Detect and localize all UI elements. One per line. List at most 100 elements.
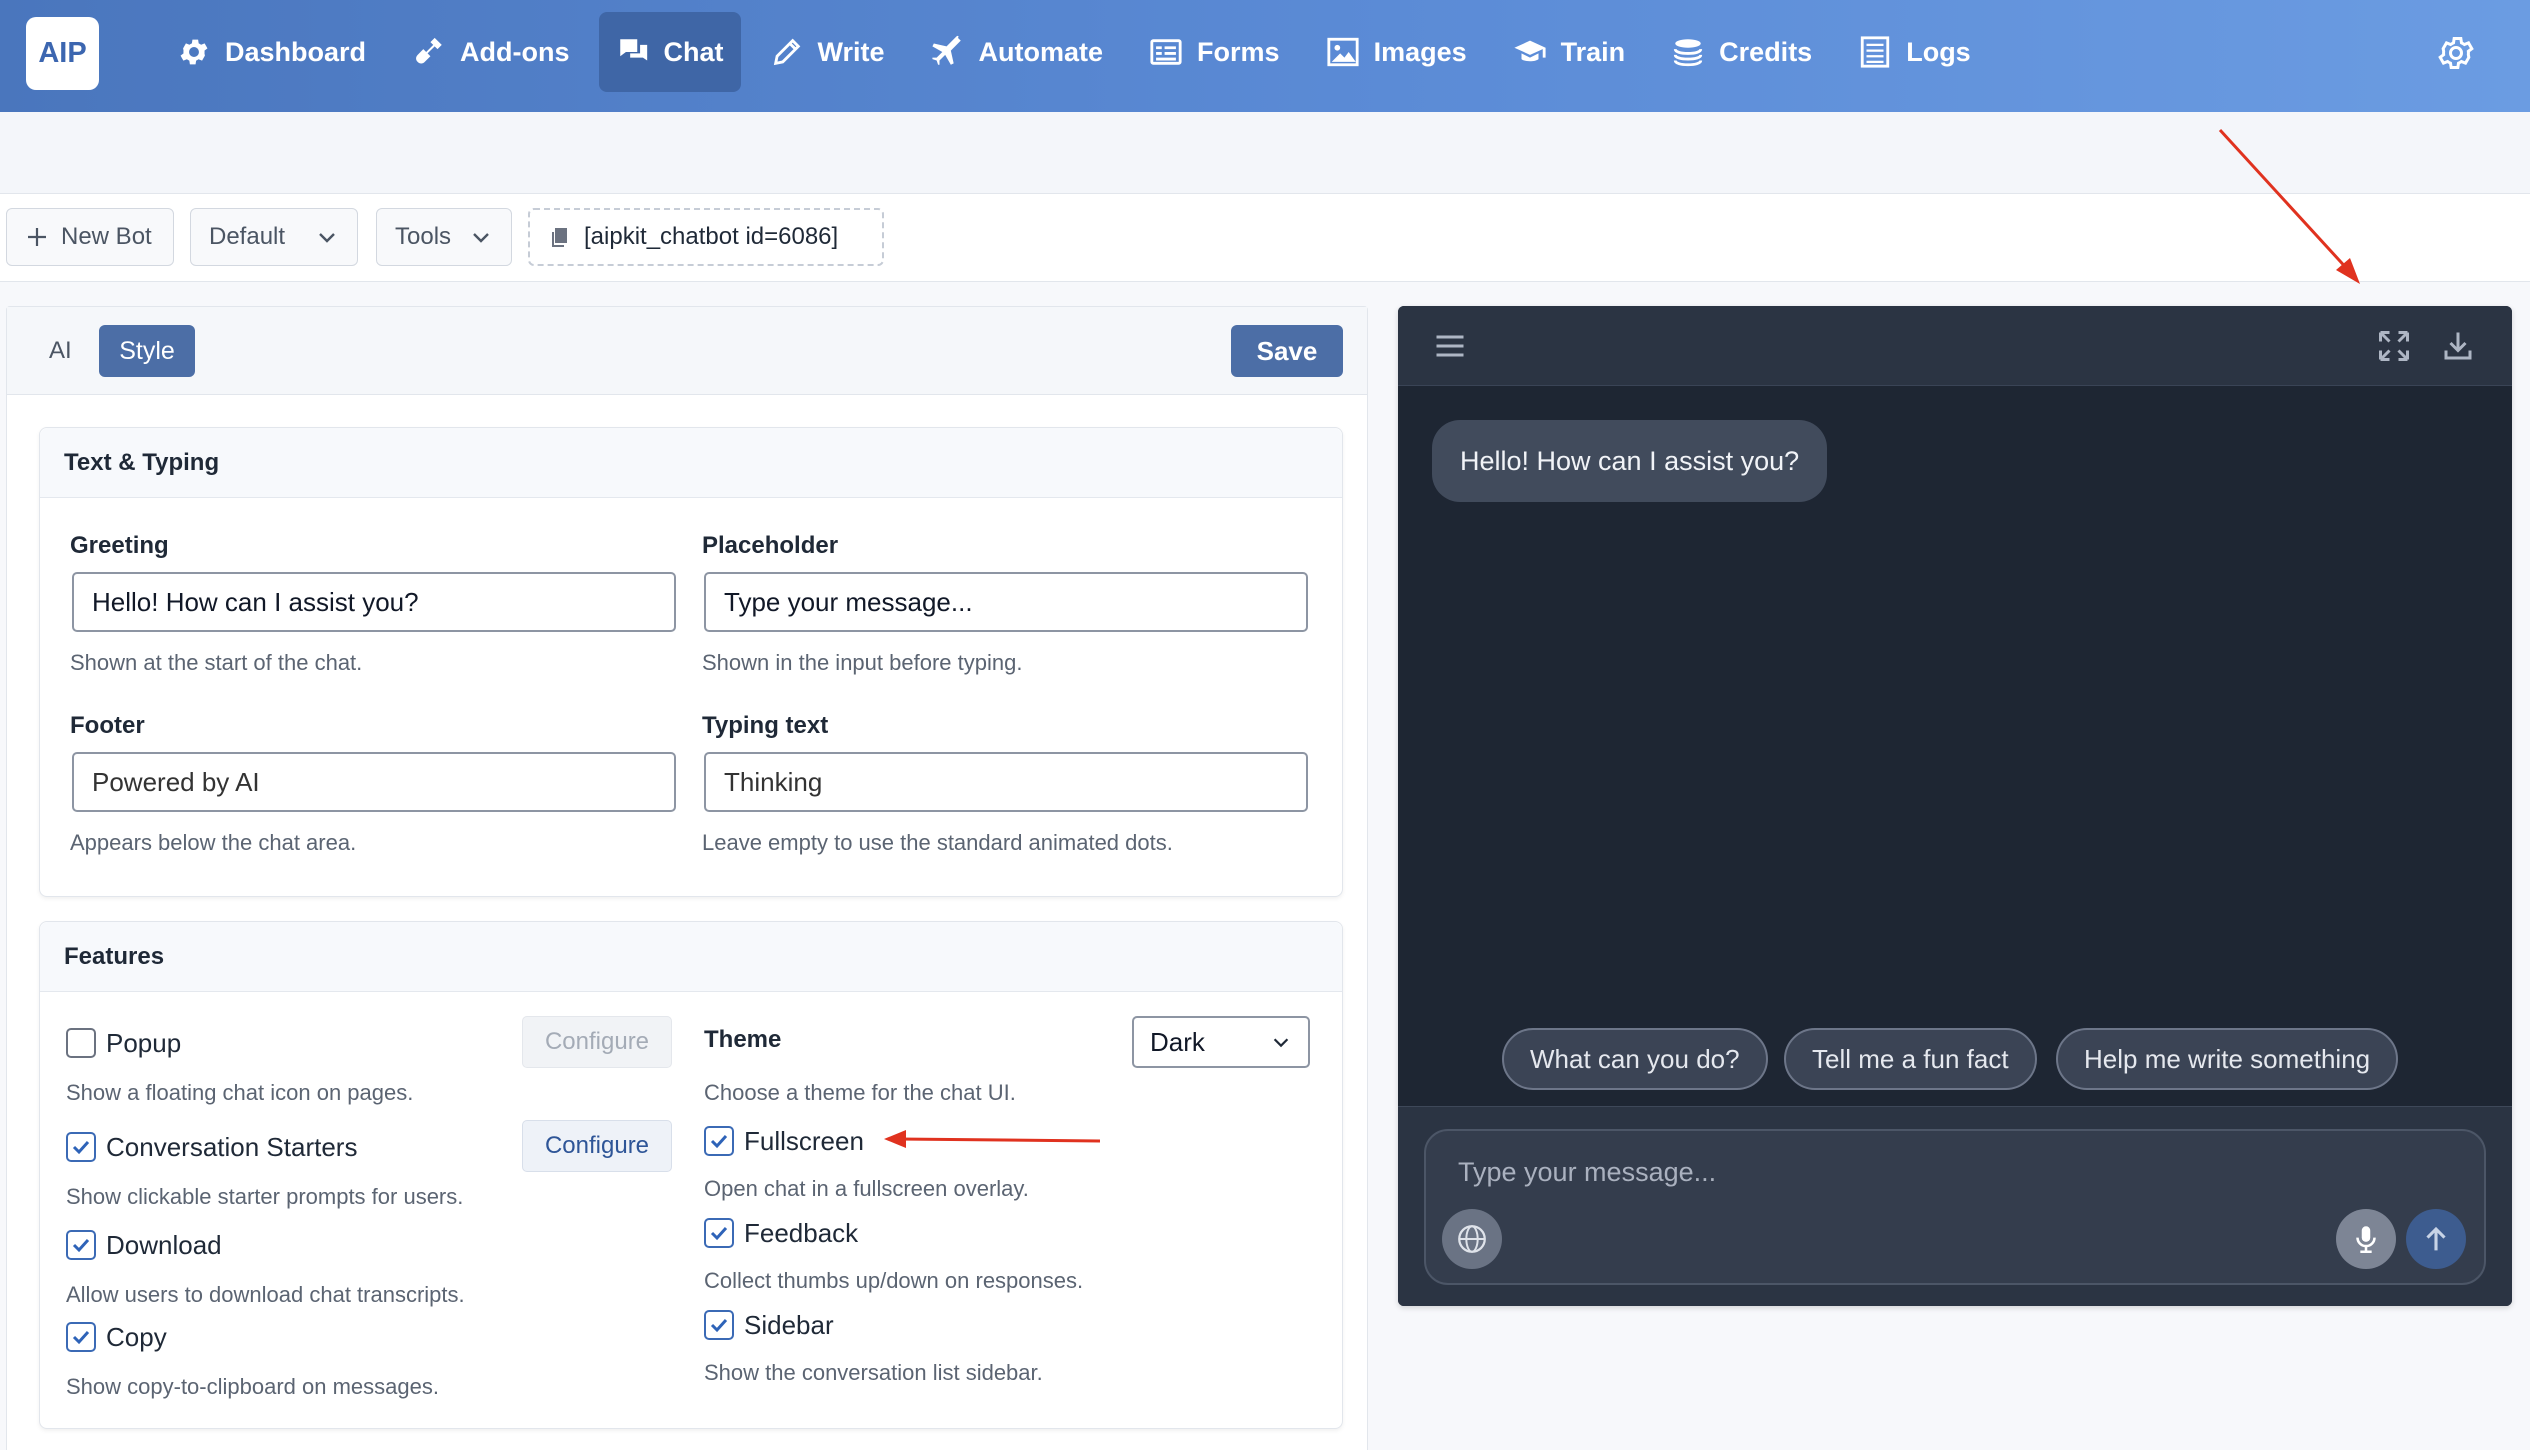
chevron-down-icon [319,233,335,243]
pencil-icon [773,38,800,66]
placeholder-label: Placeholder [702,532,839,559]
starter-chip[interactable]: Tell me a fun fact [1784,1028,2037,1090]
popup-label: Popup [106,1028,182,1058]
fullscreen-icon[interactable] [2376,328,2412,364]
web-search-icon [1458,1225,1486,1253]
tools-label: Tools [395,223,452,250]
nav-label: Add-ons [460,36,570,67]
new-bot-button[interactable]: New Bot [6,208,174,266]
greeting-field[interactable]: Hello! How can I assist you? [72,572,676,632]
text-typing-card: Text & Typing Greeting Hello! How can I … [39,427,1343,897]
typing-text-hint: Leave empty to use the standard animated… [702,830,1173,855]
copy-hint: Show copy-to-clipboard on messages. [66,1374,439,1399]
card-title: Features [40,922,1342,992]
chevron-down-icon [1273,1038,1289,1048]
footer-field[interactable]: Powered by AI [72,752,676,812]
download-label: Download [106,1230,222,1260]
sidebar-checkbox[interactable] [704,1310,734,1340]
nav-label: Forms [1197,36,1280,67]
nav-item-write[interactable]: Write [753,12,902,92]
fullscreen-checkbox[interactable] [704,1126,734,1156]
theme-select-value: Dark [1150,1026,1205,1057]
settings-panel: AI Style Save Text & Typing Greeting Hel… [6,306,1368,1450]
conversation-starters-label: Conversation Starters [106,1132,358,1162]
chat-composer-area: Type your message... [1398,1106,2512,1306]
chat-preview: Hello! How can I assist you? What can yo… [1398,306,2512,1306]
greeting-label: Greeting [70,532,169,559]
fullscreen-hint: Open chat in a fullscreen overlay. [704,1176,1029,1201]
conversation-starters-hint: Show clickable starter prompts for users… [66,1184,464,1209]
new-bot-label: New Bot [61,223,152,250]
placeholder-hint: Shown in the input before typing. [702,650,1023,675]
microphone-button[interactable] [2336,1209,2396,1269]
feedback-checkbox[interactable] [704,1218,734,1248]
starter-chip[interactable]: Help me write something [2056,1028,2399,1090]
send-arrow-icon [2426,1226,2446,1251]
starters-configure-button[interactable]: Configure [522,1120,672,1172]
chat-header [1398,306,2512,386]
settings-tab-row: AI Style Save [7,307,1367,395]
chat-input-placeholder: Type your message... [1458,1157,1717,1187]
sidebar-label: Sidebar [744,1310,834,1340]
nav-item-chat[interactable]: Chat [598,12,741,92]
features-card: Features Popup Configure Show a floating… [39,921,1343,1429]
popup-configure-button[interactable]: Configure [522,1016,672,1068]
copy-checkbox[interactable] [66,1322,96,1352]
plug-icon [416,37,442,64]
nav-label: Logs [1906,36,1971,67]
graduation-cap-icon [1514,40,1546,62]
conversation-starters-checkbox[interactable] [66,1132,96,1162]
nav-label: Dashboard [225,36,367,67]
tab-style[interactable]: Style [99,325,195,377]
checkmark-icon [72,1330,90,1345]
typing-text-field[interactable]: Thinking [704,752,1308,812]
nav-item-add-ons[interactable]: Add-ons [395,12,586,92]
chat-icon [618,39,647,61]
settings-gear-icon[interactable] [2436,33,2476,73]
fullscreen-label: Fullscreen [744,1126,864,1156]
greeting-message-bubble: Hello! How can I assist you? [1432,420,1828,502]
image-icon [1326,37,1359,67]
tab-ai[interactable]: AI [49,337,72,365]
nav-item-forms[interactable]: Forms [1132,12,1297,92]
list-icon [1861,36,1890,68]
download-checkbox[interactable] [66,1230,96,1260]
checkmark-icon [710,1226,728,1241]
bot-select[interactable]: Default [190,208,358,266]
sidebar-hint: Show the conversation list sidebar. [704,1360,1043,1385]
nav-items: Dashboard Add-ons Chat Write Automate Fo… [160,12,1988,92]
shortcode-copy-button[interactable]: [aipkit_chatbot id=6086] [528,208,884,266]
theme-label: Theme [704,1026,782,1053]
gear-icon [180,39,208,65]
popup-checkbox[interactable] [66,1028,96,1058]
feedback-hint: Collect thumbs up/down on responses. [704,1268,1084,1293]
copy-label: Copy [106,1322,167,1352]
nav-item-automate[interactable]: Automate [914,12,1121,92]
footer-label: Footer [70,712,145,739]
nav-item-dashboard[interactable]: Dashboard [160,12,383,92]
nav-item-train[interactable]: Train [1496,12,1643,92]
send-button[interactable] [2406,1209,2466,1269]
tools-dropdown[interactable]: Tools [376,208,512,266]
save-button[interactable]: Save [1231,325,1343,377]
starter-chip[interactable]: What can you do? [1502,1028,1768,1090]
app-logo[interactable]: AIP [26,17,99,90]
nav-label: Chat [663,36,724,67]
nav-item-images[interactable]: Images [1309,12,1484,92]
theme-select[interactable]: Dark [1132,1016,1310,1068]
plus-icon [28,228,46,246]
nav-item-credits[interactable]: Credits [1654,12,1829,92]
form-icon [1150,39,1182,65]
placeholder-field[interactable]: Type your message... [704,572,1308,632]
menu-icon[interactable] [1432,328,1468,364]
download-icon[interactable] [2440,328,2476,364]
checkmark-icon [710,1318,728,1333]
web-search-button[interactable] [1442,1209,1502,1269]
chat-input[interactable]: Type your message... [1424,1129,2486,1285]
nav-label: Automate [978,36,1104,67]
checkmark-icon [710,1134,728,1149]
greeting-hint: Shown at the start of the chat. [70,650,363,675]
footer-hint: Appears below the chat area. [70,830,357,855]
nav-item-logs[interactable]: Logs [1841,12,1988,92]
nav-label: Write [817,36,885,67]
